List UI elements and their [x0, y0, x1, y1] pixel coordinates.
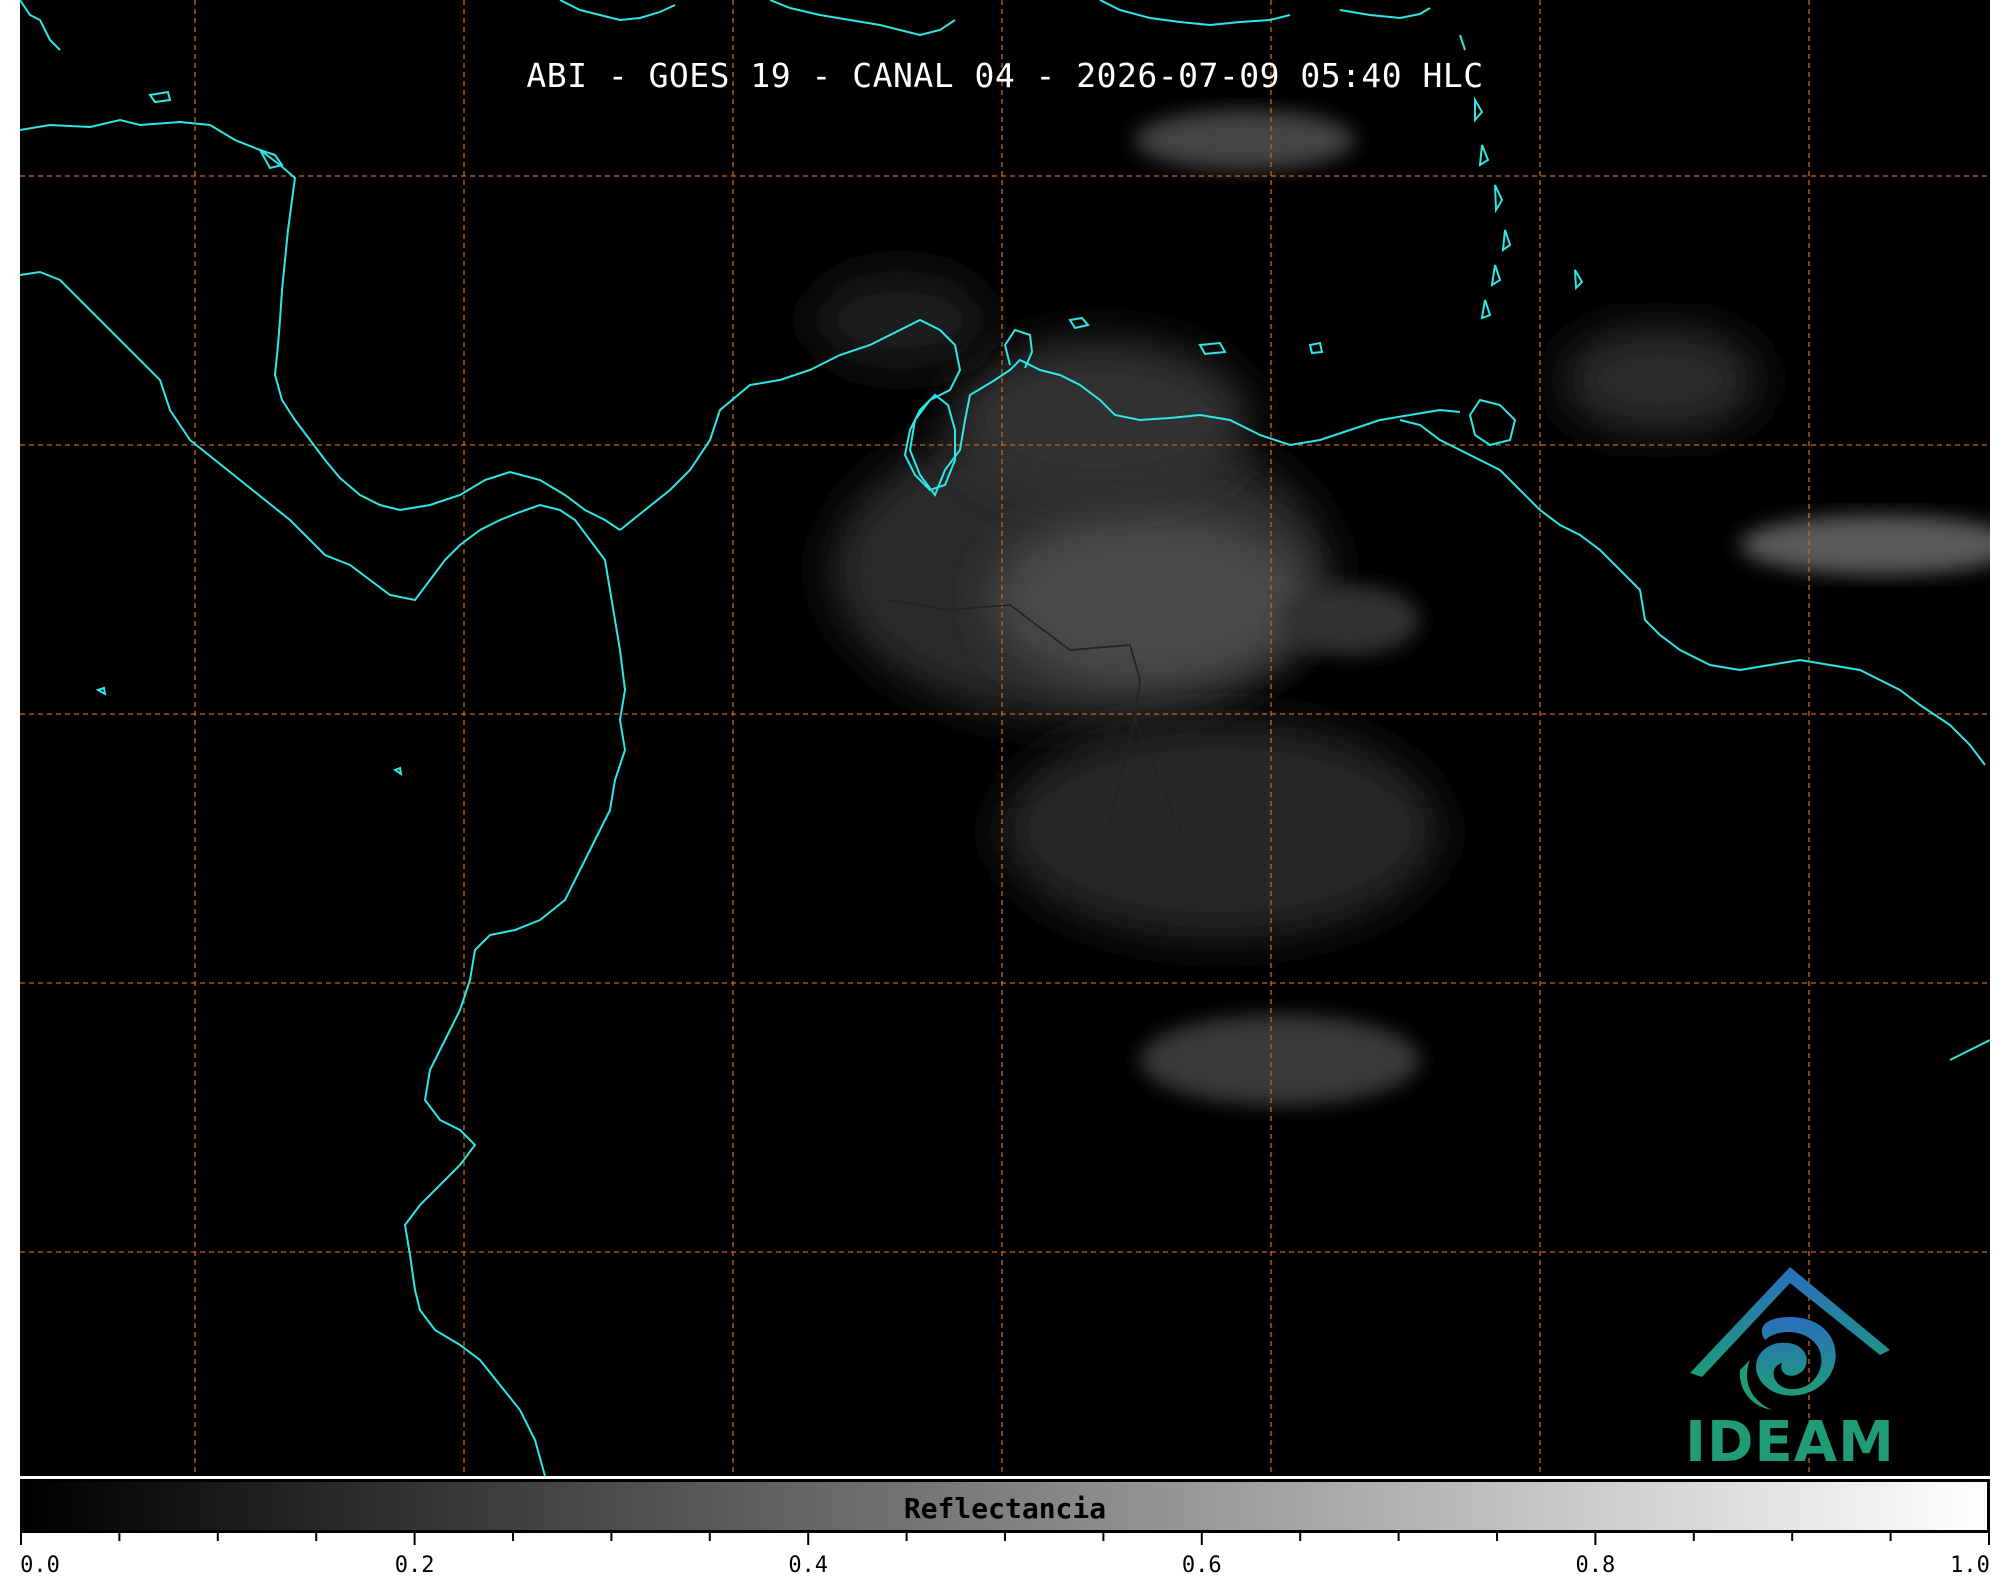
coastline [1949, 1039, 1990, 1061]
coastline [1099, 0, 1291, 27]
coastline [1478, 144, 1490, 167]
ideam-logo: IDEAM [1680, 1255, 1900, 1475]
cloud-mass [1280, 585, 1420, 655]
coastline [1494, 184, 1504, 214]
coastline [1501, 229, 1512, 253]
coastline [20, 0, 61, 51]
coastline [1198, 341, 1227, 356]
cloud-mass [1740, 515, 1990, 575]
cloud-mass [990, 510, 1310, 690]
cloud-mass [810, 270, 990, 370]
coastline [769, 0, 956, 37]
cloud-mass [1135, 110, 1355, 170]
colorbar-tick-marks [20, 1533, 1990, 1545]
colorbar: Reflectancia [20, 1479, 1990, 1533]
coastline [1480, 299, 1492, 320]
colorbar-tick-label: 1.0 [1950, 1553, 1990, 1578]
coastline [403, 503, 627, 1476]
map-title: ABI - GOES 19 - CANAL 04 - 2026-07-09 05… [526, 56, 1484, 95]
colorbar-tick-label: 0.8 [1575, 1553, 1616, 1578]
colorbar-tick-label: 0.2 [394, 1553, 435, 1578]
colorbar-label: Reflectancia [903, 1492, 1107, 1525]
coastline [20, 118, 621, 531]
coastline [95, 686, 107, 696]
coastline [559, 0, 676, 22]
coastline [1459, 34, 1466, 51]
cloud-mass [1560, 325, 1760, 435]
colorbar-ticks: 0.0 0.2 0.4 0.6 0.8 1.0 [20, 1533, 1990, 1578]
satellite-map: ABI - GOES 19 - CANAL 04 - 2026-07-09 05… [20, 0, 1990, 1476]
coastline [20, 270, 481, 602]
cloud-mass [1000, 720, 1440, 940]
logo-swirl [1756, 1317, 1836, 1396]
colorbar-tick-label: 0.0 [20, 1553, 60, 1578]
logo-text: IDEAM [1685, 1410, 1895, 1475]
coastline [1308, 341, 1324, 355]
cloud-mass [1140, 1015, 1420, 1105]
coastline [392, 766, 403, 777]
colorbar-tick-label: 0.6 [1181, 1553, 1222, 1578]
coastline [1068, 316, 1090, 330]
coastline [1490, 264, 1502, 287]
coastline [1468, 398, 1517, 447]
coastline [1339, 7, 1431, 20]
coastline [1399, 419, 1986, 766]
cloud-mass [950, 340, 1250, 500]
colorbar-tick-label: 0.4 [788, 1553, 829, 1578]
coastline [1574, 269, 1584, 291]
ideam-logo-icon [1690, 1267, 1890, 1410]
coastline [1474, 96, 1484, 123]
